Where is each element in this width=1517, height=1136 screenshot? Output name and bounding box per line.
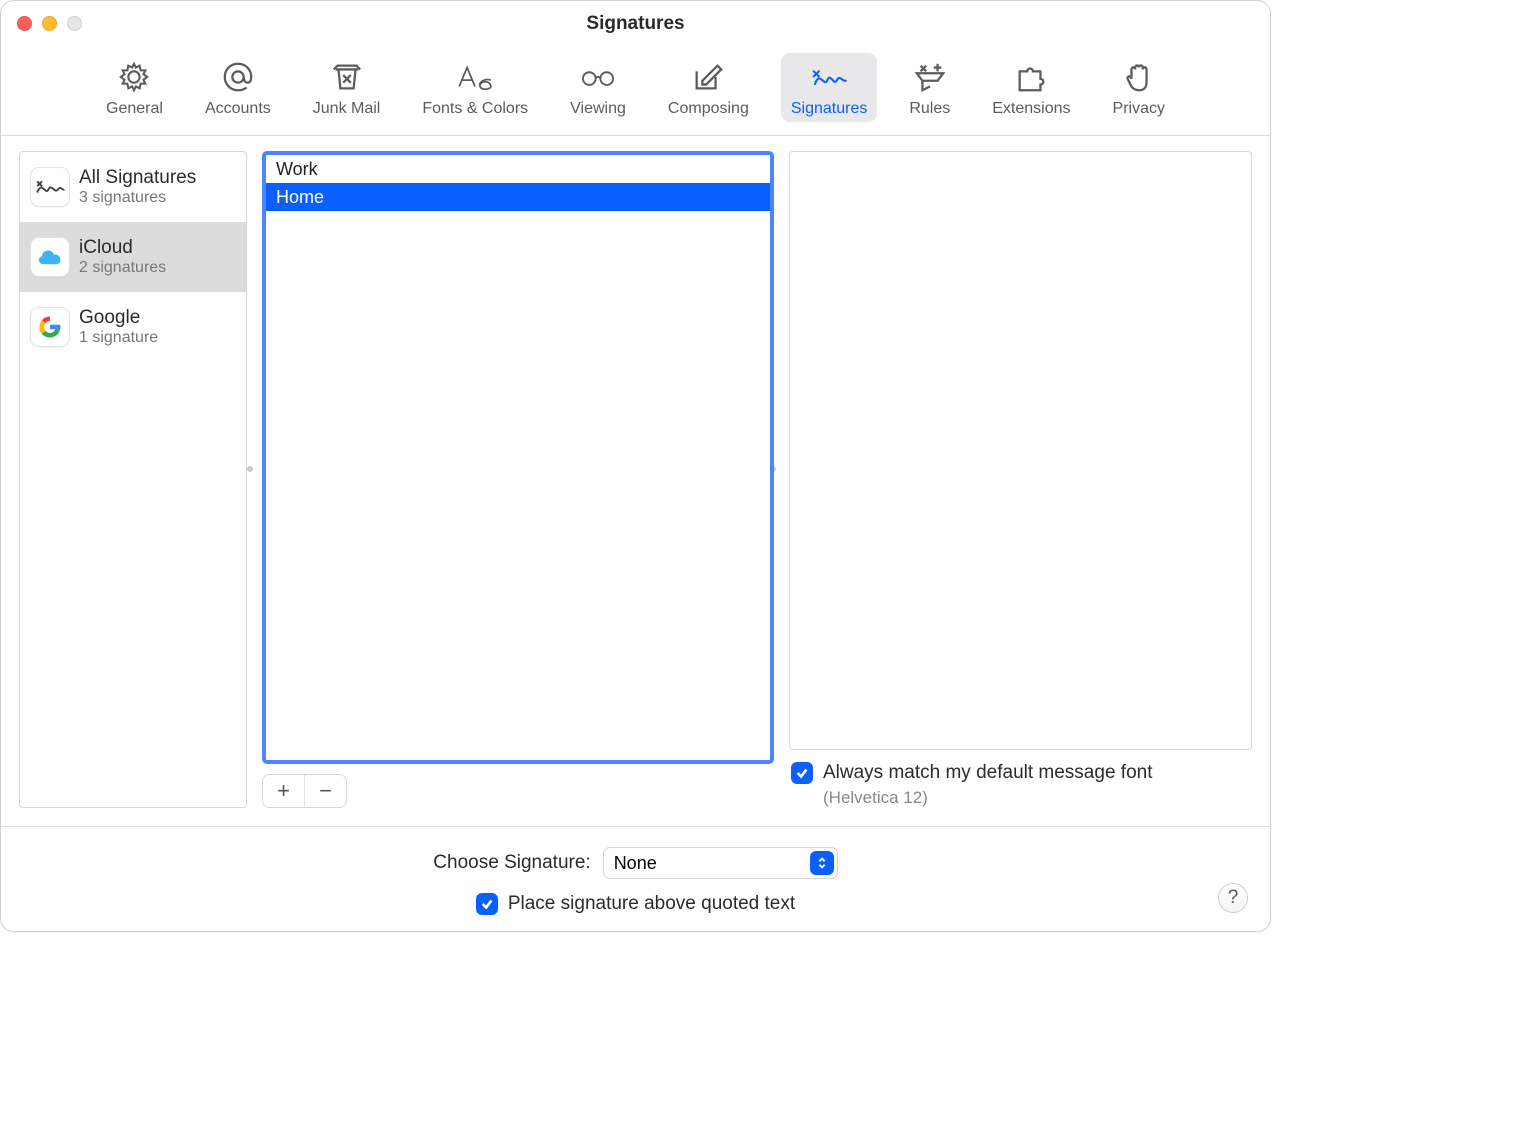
signature-editor-column: Always match my default message font (He… bbox=[789, 151, 1252, 808]
signatures-panels: All Signatures 3 signatures iCloud 2 sig… bbox=[1, 136, 1270, 808]
trash-icon bbox=[327, 59, 367, 95]
account-name: iCloud bbox=[79, 237, 166, 259]
account-icloud[interactable]: iCloud 2 signatures bbox=[20, 222, 246, 292]
zoom-window-button[interactable] bbox=[67, 16, 82, 31]
account-count: 3 signatures bbox=[79, 189, 196, 207]
match-font-hint: (Helvetica 12) bbox=[823, 788, 1250, 808]
glasses-icon bbox=[578, 59, 618, 95]
account-count: 1 signature bbox=[79, 329, 158, 347]
choose-signature-value: None bbox=[614, 853, 657, 874]
rules-icon bbox=[910, 59, 950, 95]
icloud-icon bbox=[30, 237, 70, 277]
tab-label: Privacy bbox=[1113, 100, 1165, 118]
tab-label: Signatures bbox=[791, 100, 868, 118]
close-window-button[interactable] bbox=[17, 16, 32, 31]
place-above-row: Place signature above quoted text bbox=[476, 893, 795, 915]
tab-rules[interactable]: Rules bbox=[899, 53, 960, 122]
tab-extensions[interactable]: Extensions bbox=[982, 53, 1080, 122]
account-name: Google bbox=[79, 307, 158, 329]
account-all-signatures[interactable]: All Signatures 3 signatures bbox=[20, 152, 246, 222]
tab-fonts-colors[interactable]: Fonts & Colors bbox=[412, 53, 538, 122]
choose-signature-label: Choose Signature: bbox=[433, 852, 590, 874]
account-count: 2 signatures bbox=[79, 259, 166, 277]
add-signature-button[interactable]: + bbox=[263, 775, 305, 807]
titlebar: Signatures bbox=[1, 1, 1270, 46]
tab-label: Accounts bbox=[205, 100, 271, 118]
font-icon bbox=[455, 59, 495, 95]
google-icon bbox=[30, 307, 70, 347]
tab-viewing[interactable]: Viewing bbox=[560, 53, 636, 122]
gear-icon bbox=[114, 59, 154, 95]
tab-label: Junk Mail bbox=[313, 100, 381, 118]
tab-junk-mail[interactable]: Junk Mail bbox=[303, 53, 391, 122]
help-button[interactable]: ? bbox=[1218, 883, 1248, 913]
puzzle-icon bbox=[1011, 59, 1051, 95]
place-above-label: Place signature above quoted text bbox=[508, 893, 795, 915]
tab-signatures[interactable]: Signatures bbox=[781, 53, 878, 122]
tab-label: Viewing bbox=[570, 100, 626, 118]
signature-editor[interactable] bbox=[789, 151, 1252, 750]
content-area: All Signatures 3 signatures iCloud 2 sig… bbox=[1, 136, 1270, 931]
hand-icon bbox=[1119, 59, 1159, 95]
choose-signature-row: Choose Signature: None bbox=[433, 847, 837, 879]
window-title: Signatures bbox=[1, 13, 1270, 35]
account-google[interactable]: Google 1 signature bbox=[20, 292, 246, 362]
signature-icon bbox=[809, 59, 849, 95]
tab-label: Fonts & Colors bbox=[422, 100, 528, 118]
tab-label: Rules bbox=[909, 100, 950, 118]
preferences-toolbar: General Accounts Junk Mail bbox=[1, 46, 1270, 136]
window-controls bbox=[17, 16, 82, 31]
bottom-section: Choose Signature: None Place signature a… bbox=[1, 827, 1270, 931]
tab-accounts[interactable]: Accounts bbox=[195, 53, 281, 122]
choose-signature-select[interactable]: None bbox=[603, 847, 838, 879]
tab-privacy[interactable]: Privacy bbox=[1103, 53, 1175, 122]
signature-icon bbox=[30, 167, 70, 207]
preferences-window: Signatures General Accounts bbox=[0, 0, 1271, 932]
tab-label: Extensions bbox=[992, 100, 1070, 118]
compose-icon bbox=[688, 59, 728, 95]
at-icon bbox=[218, 59, 258, 95]
match-font-section: Always match my default message font (He… bbox=[789, 750, 1252, 808]
minimize-window-button[interactable] bbox=[42, 16, 57, 31]
remove-signature-button[interactable]: − bbox=[305, 775, 346, 807]
accounts-list[interactable]: All Signatures 3 signatures iCloud 2 sig… bbox=[19, 151, 247, 808]
signatures-list[interactable]: Work Home bbox=[262, 151, 774, 764]
place-above-checkbox[interactable] bbox=[476, 893, 498, 915]
signature-item-work[interactable]: Work bbox=[266, 155, 770, 183]
splitter-handle[interactable] bbox=[247, 466, 253, 472]
chevron-up-down-icon bbox=[810, 851, 834, 875]
tab-composing[interactable]: Composing bbox=[658, 53, 759, 122]
signatures-column: Work Home + − bbox=[262, 151, 774, 808]
tab-label: General bbox=[106, 100, 163, 118]
tab-label: Composing bbox=[668, 100, 749, 118]
tab-general[interactable]: General bbox=[96, 53, 173, 122]
match-font-label: Always match my default message font bbox=[823, 762, 1152, 784]
account-name: All Signatures bbox=[79, 167, 196, 189]
match-font-checkbox[interactable] bbox=[791, 762, 813, 784]
add-remove-control: + − bbox=[262, 774, 347, 808]
signature-item-home[interactable]: Home bbox=[266, 183, 770, 211]
